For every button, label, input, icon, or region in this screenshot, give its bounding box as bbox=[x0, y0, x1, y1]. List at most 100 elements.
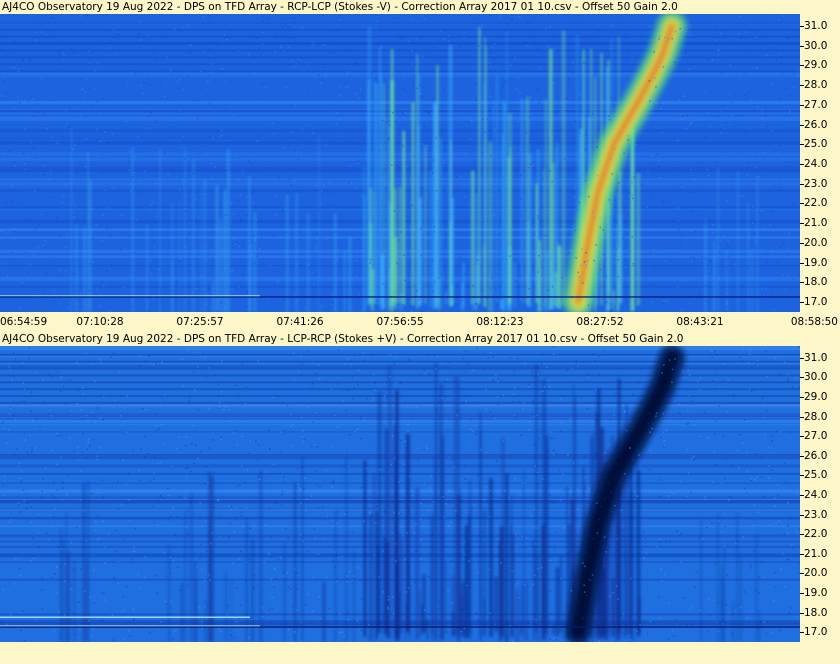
noise-speck bbox=[228, 505, 230, 508]
noise-speck bbox=[679, 241, 682, 244]
noise-speck bbox=[470, 418, 472, 421]
noise-speck bbox=[560, 430, 562, 433]
noise-speck bbox=[712, 599, 715, 602]
emission-streak bbox=[322, 582, 326, 642]
noise-speck bbox=[690, 34, 692, 37]
noise-speck bbox=[335, 230, 337, 233]
noise-speck bbox=[358, 160, 360, 162]
noise-speck bbox=[130, 178, 133, 180]
noise-speck bbox=[744, 490, 747, 493]
noise-speck bbox=[689, 302, 692, 305]
noise-speck bbox=[537, 246, 540, 249]
noise-speck bbox=[91, 208, 94, 210]
noise-speck bbox=[724, 60, 727, 63]
noise-speck bbox=[580, 396, 583, 399]
noise-speck bbox=[240, 515, 243, 517]
noise-speck bbox=[148, 355, 150, 358]
noise-speck bbox=[443, 162, 446, 164]
noise-speck bbox=[503, 130, 506, 133]
noise-speck bbox=[196, 457, 199, 460]
noise-speck bbox=[124, 407, 126, 409]
noise-speck bbox=[316, 232, 319, 235]
noise-speck bbox=[407, 572, 410, 575]
noise-speck bbox=[226, 381, 228, 383]
emission-streak bbox=[200, 187, 202, 312]
y-tick-label: 31.0 bbox=[800, 20, 838, 32]
frequency-band bbox=[0, 135, 800, 140]
noise-speck bbox=[690, 121, 693, 124]
noise-speck bbox=[757, 72, 759, 75]
noise-speck bbox=[711, 379, 714, 382]
noise-speck bbox=[146, 77, 149, 79]
noise-speck bbox=[444, 380, 447, 383]
noise-speck bbox=[496, 231, 499, 233]
noise-speck bbox=[383, 425, 385, 427]
noise-speck bbox=[516, 582, 518, 585]
noise-speck bbox=[565, 49, 567, 52]
noise-speck bbox=[342, 631, 344, 633]
noise-speck bbox=[559, 499, 562, 502]
noise-speck bbox=[678, 99, 681, 102]
y-tick-label: 17.0 bbox=[800, 296, 838, 308]
noise-speck bbox=[500, 16, 502, 18]
noise-speck bbox=[689, 169, 692, 171]
noise-speck bbox=[552, 346, 555, 348]
noise-speck bbox=[466, 586, 468, 589]
noise-speck bbox=[106, 270, 108, 272]
noise-speck bbox=[182, 26, 185, 29]
noise-speck bbox=[357, 428, 359, 431]
noise-speck bbox=[231, 236, 234, 239]
noise-speck bbox=[383, 511, 385, 513]
noise-speck bbox=[534, 31, 536, 33]
noise-speck bbox=[346, 452, 348, 454]
noise-speck bbox=[631, 556, 633, 558]
noise-speck bbox=[572, 494, 574, 496]
noise-speck bbox=[380, 288, 382, 290]
noise-speck bbox=[298, 58, 300, 61]
noise-speck bbox=[767, 620, 769, 623]
noise-speck bbox=[346, 575, 349, 577]
noise-speck bbox=[73, 273, 75, 275]
noise-speck bbox=[223, 267, 225, 270]
noise-speck bbox=[246, 196, 248, 198]
noise-speck bbox=[715, 464, 718, 466]
noise-speck bbox=[684, 35, 687, 38]
noise-speck bbox=[376, 300, 378, 302]
noise-speck bbox=[569, 16, 571, 19]
noise-speck bbox=[63, 195, 65, 197]
noise-speck bbox=[248, 282, 250, 284]
emission-streak bbox=[513, 262, 516, 308]
noise-speck bbox=[715, 353, 717, 356]
noise-speck bbox=[595, 452, 597, 455]
noise-speck bbox=[568, 251, 570, 254]
noise-speck bbox=[456, 414, 459, 417]
noise-speck bbox=[795, 531, 798, 534]
noise-speck bbox=[518, 15, 521, 18]
noise-speck bbox=[784, 585, 786, 588]
panel-title: AJ4CO Observatory 19 Aug 2022 - DPS on T… bbox=[2, 333, 684, 345]
noise-speck bbox=[748, 234, 751, 237]
emission-streak bbox=[377, 544, 380, 634]
noise-speck bbox=[333, 551, 335, 553]
noise-speck bbox=[663, 573, 666, 576]
noise-speck bbox=[715, 44, 718, 46]
noise-speck bbox=[387, 137, 390, 139]
noise-speck bbox=[282, 209, 284, 212]
noise-speck bbox=[773, 150, 775, 153]
noise-speck bbox=[118, 371, 121, 374]
noise-speck bbox=[55, 226, 57, 228]
noise-speck bbox=[343, 635, 346, 637]
noise-speck bbox=[254, 237, 257, 239]
noise-speck bbox=[334, 567, 336, 569]
noise-speck bbox=[590, 50, 592, 52]
noise-speck bbox=[408, 359, 410, 361]
noise-speck bbox=[599, 226, 602, 229]
noise-speck bbox=[700, 435, 702, 438]
noise-speck bbox=[531, 413, 533, 415]
noise-speck bbox=[786, 501, 789, 504]
noise-speck bbox=[663, 364, 665, 366]
interference-line bbox=[0, 625, 260, 627]
noise-speck bbox=[445, 236, 447, 239]
noise-speck bbox=[406, 405, 409, 408]
noise-speck bbox=[561, 277, 564, 279]
